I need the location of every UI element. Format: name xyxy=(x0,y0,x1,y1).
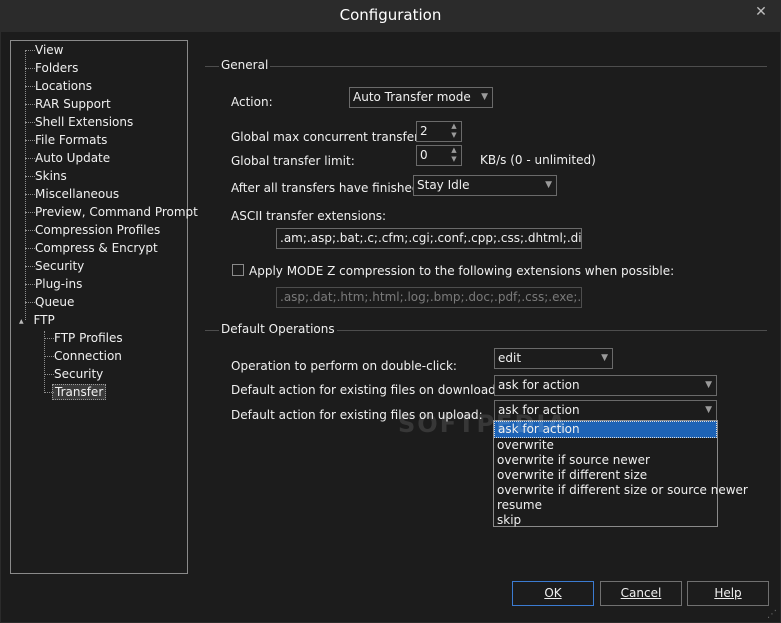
double-click-label: Operation to perform on double-click: xyxy=(231,359,457,373)
tree-item-ftp-profiles[interactable]: FTP Profiles xyxy=(44,329,123,347)
dropdown-option-skip[interactable]: skip xyxy=(494,513,717,528)
chevron-down-icon: ▼ xyxy=(705,405,712,415)
spin-down-icon[interactable]: ▼ xyxy=(449,155,459,164)
ok-button[interactable]: OK xyxy=(512,581,594,606)
tree-item-transfer[interactable]: Transfer xyxy=(44,383,107,401)
tree-item-miscellaneous[interactable]: Miscellaneous xyxy=(25,185,119,203)
softpedia-watermark: SOFTPEDIA xyxy=(398,410,568,438)
chevron-down-icon: ▼ xyxy=(705,380,712,390)
tree-item-ftp[interactable]: ▲ FTP xyxy=(19,311,55,329)
tree-item-auto-update[interactable]: Auto Update xyxy=(25,149,110,167)
transfer-limit-unit: KB/s (0 - unlimited) xyxy=(480,153,596,167)
max-transfers-stepper[interactable]: 2 ▲ ▼ xyxy=(416,121,462,142)
modez-checkbox[interactable] xyxy=(232,264,244,276)
tree-item-file-formats[interactable]: File Formats xyxy=(25,131,107,149)
ascii-extensions-input[interactable]: .am;.asp;.bat;.c;.cfm;.cgi;.conf;.cpp;.c… xyxy=(276,228,582,249)
title-bar: Configuration ✕ xyxy=(0,0,781,32)
action-select[interactable]: Auto Transfer mode ▼ xyxy=(349,87,493,108)
settings-tree[interactable]: View Folders Locations RAR Support Shell… xyxy=(10,40,198,574)
transfer-limit-label: Global transfer limit: xyxy=(231,154,355,168)
tree-item-plug-ins[interactable]: Plug-ins xyxy=(25,275,82,293)
transfer-limit-stepper[interactable]: 0 ▲ ▼ xyxy=(416,145,462,166)
tree-item-skins[interactable]: Skins xyxy=(25,167,67,185)
tree-item-queue[interactable]: Queue xyxy=(25,293,74,311)
tree-item-compression-profiles[interactable]: Compression Profiles xyxy=(25,221,160,239)
chevron-down-icon: ▼ xyxy=(481,92,488,102)
tree-item-view[interactable]: View xyxy=(25,41,63,59)
modez-label[interactable]: Apply MODE Z compression to the followin… xyxy=(249,264,674,278)
after-transfers-select[interactable]: Stay Idle ▼ xyxy=(413,175,557,196)
action-label: Action: xyxy=(231,95,273,109)
download-action-label: Default action for existing files on dow… xyxy=(231,383,500,397)
tree-item-preview-command-prompt[interactable]: Preview, Command Prompt xyxy=(25,203,198,221)
close-button[interactable]: ✕ xyxy=(747,2,775,22)
modez-extensions-input: .asp;.dat;.htm;.html;.log;.bmp;.doc;.pdf… xyxy=(276,287,582,308)
spin-up-icon[interactable]: ▲ xyxy=(449,122,459,131)
tree-item-locations[interactable]: Locations xyxy=(25,77,92,95)
spin-down-icon[interactable]: ▼ xyxy=(449,131,459,140)
window-title: Configuration xyxy=(339,6,442,24)
spin-up-icon[interactable]: ▲ xyxy=(449,146,459,155)
tree-item-connection[interactable]: Connection xyxy=(44,347,122,365)
ascii-extensions-label: ASCII transfer extensions: xyxy=(231,209,387,223)
tree-item-security[interactable]: Security xyxy=(25,257,84,275)
tree-item-rar-support[interactable]: RAR Support xyxy=(25,95,111,113)
resize-grip-icon[interactable]: ⋰ xyxy=(767,609,779,621)
dropdown-option-overwrite[interactable]: overwrite xyxy=(494,438,717,453)
cancel-button[interactable]: Cancel xyxy=(600,581,682,606)
chevron-down-icon: ▼ xyxy=(601,353,608,363)
dropdown-option-overwrite-if-size[interactable]: overwrite if different size xyxy=(494,468,717,483)
help-button[interactable]: Help xyxy=(687,581,769,606)
tree-item-folders[interactable]: Folders xyxy=(25,59,78,77)
double-click-select[interactable]: edit ▼ xyxy=(494,348,613,369)
download-action-select[interactable]: ask for action ▼ xyxy=(494,375,717,396)
default-operations-group-header: Default Operations xyxy=(205,322,767,338)
after-transfers-label: After all transfers have finished: xyxy=(231,181,424,195)
tree-item-ftp-security[interactable]: Security xyxy=(44,365,103,383)
max-transfers-label: Global max concurrent transfers: xyxy=(231,130,430,144)
dropdown-option-overwrite-if-newer[interactable]: overwrite if source newer xyxy=(494,453,717,468)
chevron-down-icon: ▼ xyxy=(545,180,552,190)
collapse-icon[interactable]: ▲ xyxy=(19,318,24,325)
dropdown-option-overwrite-if-size-or-newer[interactable]: overwrite if different size or source ne… xyxy=(494,483,748,498)
close-icon: ✕ xyxy=(755,4,767,20)
general-group-header: General xyxy=(205,58,767,74)
tree-item-compress-encrypt[interactable]: Compress & Encrypt xyxy=(25,239,158,257)
tree-item-shell-extensions[interactable]: Shell Extensions xyxy=(25,113,133,131)
dropdown-option-resume[interactable]: resume xyxy=(494,498,717,513)
